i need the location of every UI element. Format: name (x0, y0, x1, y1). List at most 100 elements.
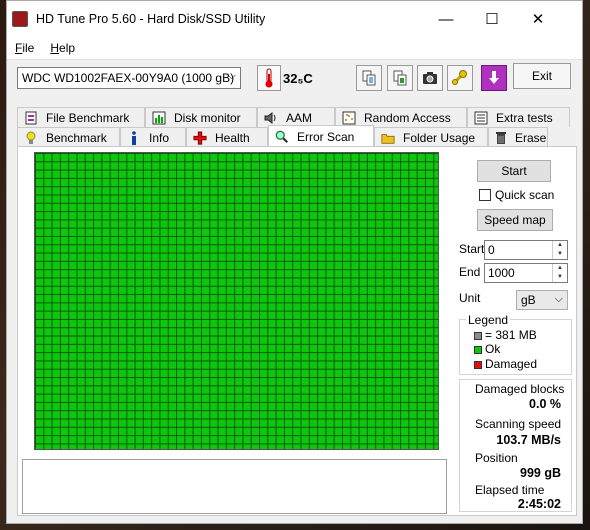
drive-select[interactable]: WDC WD1002FAEX-00Y9A0 (1000 gB) ⌵ (17, 67, 241, 89)
start-scan-button[interactable]: Start (477, 160, 551, 182)
end-input-value: 1000 (488, 266, 515, 280)
tab-label: Erase (515, 130, 547, 145)
tab-label: Folder Usage (403, 130, 476, 145)
temperature-readout: 32₅C (283, 71, 313, 86)
tab-label: AAM (286, 110, 313, 125)
tab-label: Benchmark (46, 130, 107, 145)
app-window: HD Tune Pro 5.60 - Hard Disk/SSD Utility… (6, 0, 583, 524)
legend-title: Legend (466, 313, 511, 327)
copy-all-button[interactable] (387, 65, 413, 91)
tab-health[interactable]: Health (186, 127, 268, 147)
close-button[interactable]: ✕ (515, 1, 561, 37)
legend-damaged-swatch (474, 360, 482, 369)
damaged-blocks-value: 0.0 % (529, 397, 561, 411)
options-button[interactable] (447, 65, 473, 91)
tab-benchmark[interactable]: Benchmark (17, 127, 120, 147)
disk-monitor-icon (152, 111, 166, 125)
unit-label: Unit (459, 291, 481, 305)
random-access-icon (342, 111, 356, 125)
maximize-button[interactable]: ☐ (469, 1, 515, 37)
screenshot-button[interactable] (417, 65, 443, 91)
copy-all-icon (393, 70, 407, 86)
tab-label: Disk monitor (174, 110, 241, 125)
damaged-blocks-label: Damaged blocks (475, 382, 565, 396)
tab-file-benchmark[interactable]: File Benchmark (17, 107, 145, 127)
tab-info[interactable]: Info (120, 127, 186, 147)
start-input-value: 0 (488, 243, 495, 257)
tab-extra-tests[interactable]: Extra tests (467, 107, 570, 127)
tab-label: Info (149, 130, 170, 145)
lightbulb-icon (24, 131, 38, 145)
scanning-speed-label: Scanning speed (475, 417, 562, 431)
legend-ok-swatch (474, 345, 482, 354)
tab-label: Health (215, 130, 250, 145)
menu-help[interactable]: Help (42, 41, 83, 55)
menu-file-label: ile (22, 41, 35, 55)
title-bar[interactable]: HD Tune Pro 5.60 - Hard Disk/SSD Utility… (7, 1, 582, 37)
chevron-down-icon: ⌵ (554, 293, 563, 305)
legend-block-swatch (474, 331, 482, 340)
spin-up-icon: ▲ (557, 242, 563, 248)
menu-bar: File Help (7, 37, 582, 60)
legend-damaged-text: Damaged (485, 357, 538, 371)
info-icon (127, 130, 141, 145)
tab-label: Extra tests (496, 110, 553, 125)
legend-ok-text: Ok (485, 342, 501, 356)
unit-select[interactable]: gB ⌵ (516, 290, 568, 310)
minimize-button[interactable]: — (423, 1, 469, 37)
legend-block-size-text: = 381 MB (485, 328, 537, 342)
legend-block-size: = 381 MB (474, 328, 537, 342)
tab-label: Random Access (364, 110, 451, 125)
drive-select-value: WDC WD1002FAEX-00Y9A0 (1000 gB) (22, 71, 235, 85)
minimize-icon: — (438, 10, 454, 28)
start-input[interactable]: 0 ▲ ▼ (484, 240, 568, 260)
tab-label: File Benchmark (46, 110, 130, 125)
unit-select-value: gB (521, 293, 536, 307)
app-icon (12, 11, 28, 27)
position-label: Position (475, 451, 518, 465)
spin-down-icon: ▼ (557, 251, 563, 257)
quick-scan-label: Quick scan (495, 188, 555, 202)
end-input[interactable]: 1000 ▲ ▼ (484, 263, 568, 283)
end-label: End (459, 265, 481, 279)
stats-group: Damaged blocks 0.0 % Scanning speed 103.… (459, 379, 572, 512)
maximize-icon: ☐ (485, 11, 499, 28)
file-benchmark-icon (24, 111, 38, 125)
menu-file[interactable]: File (7, 41, 42, 55)
menu-help-label: elp (59, 41, 76, 55)
tab-erase[interactable]: Erase (488, 127, 548, 147)
copy-info-button[interactable] (356, 65, 382, 91)
red-cross-icon (193, 130, 207, 145)
scan-log-box (22, 459, 447, 514)
tab-row-bottom: Benchmark Info Health Error Scan Folder … (17, 125, 548, 147)
tab-folder-usage[interactable]: Folder Usage (374, 127, 488, 147)
folder-icon (381, 131, 395, 145)
tab-disk-monitor[interactable]: Disk monitor (145, 107, 257, 127)
legend-group: Legend = 381 MB Ok Damaged (459, 313, 572, 375)
start-spinner[interactable]: ▲ ▼ (552, 241, 567, 259)
tab-row-top: File Benchmark Disk monitor AAM Random A… (17, 107, 570, 127)
magnifier-icon (275, 130, 289, 144)
end-spinner[interactable]: ▲ ▼ (552, 264, 567, 282)
download-arrow-icon (489, 71, 499, 84)
save-button[interactable] (481, 65, 507, 91)
start-label: Start (459, 242, 485, 256)
wrench-icon (452, 70, 467, 85)
elapsed-time-value: 2:45:02 (517, 497, 561, 511)
close-icon: ✕ (531, 11, 545, 28)
quick-scan-checkbox[interactable] (479, 189, 491, 201)
scan-block-map (34, 152, 439, 450)
speed-map-button[interactable]: Speed map (477, 209, 553, 231)
tab-random-access[interactable]: Random Access (335, 107, 467, 127)
menu-help-accel: H (50, 41, 60, 55)
error-scan-panel: Start Quick scan Speed map Start 0 ▲ ▼ En… (17, 146, 577, 516)
speaker-icon (264, 111, 278, 125)
tab-aam[interactable]: AAM (257, 107, 335, 127)
exit-button[interactable]: Exit (513, 63, 571, 89)
copy-icon (362, 70, 376, 86)
legend-ok: Ok (474, 342, 500, 356)
legend-damaged: Damaged (474, 357, 537, 371)
camera-icon (423, 72, 437, 84)
scanning-speed-value: 103.7 MB/s (496, 433, 561, 447)
tab-error-scan[interactable]: Error Scan (268, 125, 374, 147)
